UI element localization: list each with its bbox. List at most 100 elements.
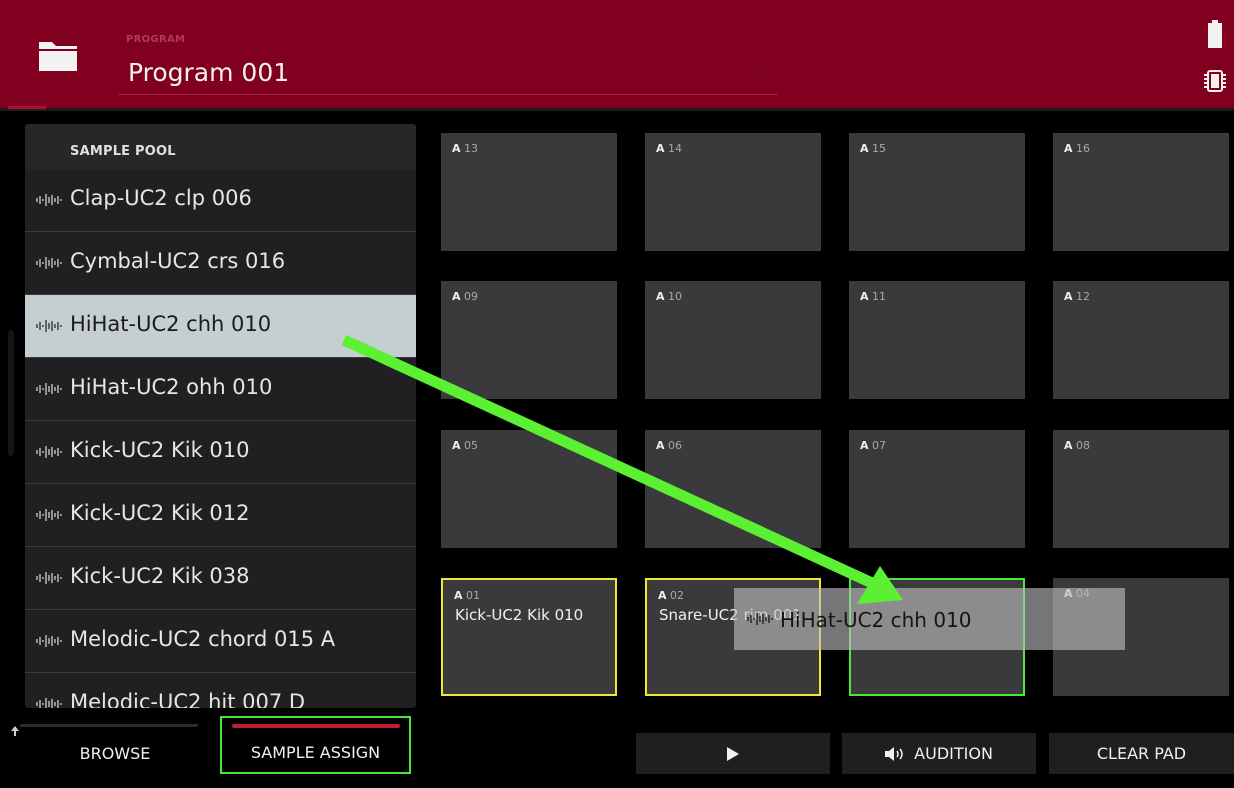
side-handle[interactable] <box>8 330 14 456</box>
sample-pool-item[interactable]: Clap-UC2 clp 006 <box>25 169 416 232</box>
sample-pool-title: SAMPLE POOL <box>25 124 416 169</box>
pad-id: A 12 <box>1064 290 1090 303</box>
sample-pool-item-label: HiHat-UC2 chh 010 <box>70 312 272 336</box>
program-select[interactable]: Program 001 <box>118 50 778 95</box>
sample-pool-item-label: HiHat-UC2 ohh 010 <box>70 375 273 399</box>
waveform-icon <box>36 257 62 269</box>
pad-number: 04 <box>1076 587 1091 600</box>
folder-icon[interactable] <box>38 38 78 72</box>
pad[interactable]: A 13 <box>441 133 617 251</box>
pad[interactable]: A 10 <box>645 281 821 399</box>
sample-pool-item[interactable]: Melodic-UC2 hit 007 D <box>25 673 416 708</box>
pad[interactable]: A 03 <box>849 578 1025 696</box>
pad[interactable]: A 12 <box>1053 281 1229 399</box>
pad[interactable]: A 08 <box>1053 430 1229 548</box>
pad-number: 01 <box>466 589 481 602</box>
pad-id: A 10 <box>656 290 682 303</box>
pad-number: 09 <box>464 290 479 303</box>
active-tab-indicator <box>232 724 400 728</box>
sample-pool-item[interactable]: Cymbal-UC2 crs 016 <box>25 232 416 295</box>
audition-label: AUDITION <box>914 744 993 763</box>
pad-id: A 02 <box>658 589 684 602</box>
pad[interactable]: A 01 Kick-UC2 Kik 010 <box>441 578 617 696</box>
arrow-up-icon[interactable] <box>11 726 19 736</box>
clear-pad-button[interactable]: CLEAR PAD <box>1049 733 1234 774</box>
pad[interactable]: A 11 <box>849 281 1025 399</box>
tab-sample-assign-label: SAMPLE ASSIGN <box>250 743 381 762</box>
waveform-icon <box>36 509 62 521</box>
chip-icon <box>1204 70 1226 92</box>
pad-sample-name: Snare-UC2 rim 001 <box>659 606 802 624</box>
speaker-icon <box>885 747 903 761</box>
program-name: Program 001 <box>128 58 290 87</box>
sample-pool-item-label: Kick-UC2 Kik 010 <box>70 438 250 462</box>
pad-number: 14 <box>668 142 683 155</box>
pad[interactable]: A 04 <box>1053 578 1229 696</box>
sample-pool-item[interactable]: Melodic-UC2 chord 015 A <box>25 610 416 673</box>
pad[interactable]: A 15 <box>849 133 1025 251</box>
pad-id: A 09 <box>452 290 478 303</box>
sample-pool-item[interactable]: HiHat-UC2 ohh 010 <box>25 358 416 421</box>
pad-sample-name: Kick-UC2 Kik 010 <box>455 606 584 624</box>
pad-bank: A <box>454 589 463 602</box>
audition-button[interactable]: AUDITION <box>842 733 1036 774</box>
pad[interactable]: A 06 <box>645 430 821 548</box>
pad-number: 05 <box>464 439 479 452</box>
sample-pool-item-label: Clap-UC2 clp 006 <box>70 186 252 210</box>
pad-id: A 03 <box>862 589 888 602</box>
sample-pool-item[interactable]: Kick-UC2 Kik 010 <box>25 421 416 484</box>
pad-id: A 01 <box>454 589 480 602</box>
pad-bank: A <box>452 142 461 155</box>
waveform-icon <box>36 635 62 647</box>
waveform-icon <box>36 572 62 584</box>
sample-pool-item[interactable]: HiHat-UC2 chh 010 <box>25 295 416 358</box>
pad-number: 02 <box>670 589 685 602</box>
play-button[interactable] <box>636 733 830 774</box>
pad-number: 06 <box>668 439 683 452</box>
play-icon <box>727 747 739 761</box>
pad-number: 03 <box>874 589 889 602</box>
pad-id: A 07 <box>860 439 886 452</box>
pad-bank: A <box>452 439 461 452</box>
program-header: PROGRAM Program 001 <box>0 0 1234 108</box>
pad-number: 08 <box>1076 439 1091 452</box>
pad-id: A 13 <box>452 142 478 155</box>
pad-bank: A <box>860 290 869 303</box>
pad-id: A 04 <box>1064 587 1090 600</box>
pad-bank: A <box>656 290 665 303</box>
pad-number: 15 <box>872 142 887 155</box>
pad[interactable]: A 07 <box>849 430 1025 548</box>
pad[interactable]: A 05 <box>441 430 617 548</box>
pad-number: 10 <box>668 290 683 303</box>
sample-pool-item[interactable]: Kick-UC2 Kik 012 <box>25 484 416 547</box>
pad-bank: A <box>1064 142 1073 155</box>
sample-pool: SAMPLE POOL Clap-UC2 clp 006 Cymbal-UC2 c… <box>25 124 416 708</box>
chevron-down-icon <box>756 67 764 72</box>
pad[interactable]: A 02 Snare-UC2 rim 001 <box>645 578 821 696</box>
waveform-icon <box>36 320 62 332</box>
pad-bank: A <box>656 439 665 452</box>
pad-number: 11 <box>872 290 887 303</box>
pad-id: A 14 <box>656 142 682 155</box>
pad-id: A 16 <box>1064 142 1090 155</box>
sample-pool-list[interactable]: Clap-UC2 clp 006 Cymbal-UC2 crs 016 HiHat-… <box>25 169 416 708</box>
pad[interactable]: A 16 <box>1053 133 1229 251</box>
pad[interactable]: A 14 <box>645 133 821 251</box>
pad-id: A 05 <box>452 439 478 452</box>
sample-pool-item-label: Kick-UC2 Kik 012 <box>70 501 250 525</box>
sample-pool-item[interactable]: Kick-UC2 Kik 038 <box>25 547 416 610</box>
pad-bank: A <box>658 589 667 602</box>
program-label: PROGRAM <box>126 34 186 45</box>
sample-pool-item-label: Kick-UC2 Kik 038 <box>70 564 250 588</box>
sample-pool-item-label: Melodic-UC2 hit 007 D <box>70 690 306 708</box>
tab-browse[interactable]: BROWSE <box>40 724 190 774</box>
waveform-icon <box>36 383 62 395</box>
pad-bank: A <box>860 142 869 155</box>
battery-icon <box>1208 20 1222 48</box>
pad[interactable]: A 09 <box>441 281 617 399</box>
tab-sample-assign[interactable]: SAMPLE ASSIGN <box>220 716 411 774</box>
pad-id: A 11 <box>860 290 886 303</box>
pad-bank: A <box>656 142 665 155</box>
pad-id: A 06 <box>656 439 682 452</box>
header-accent <box>8 106 46 109</box>
